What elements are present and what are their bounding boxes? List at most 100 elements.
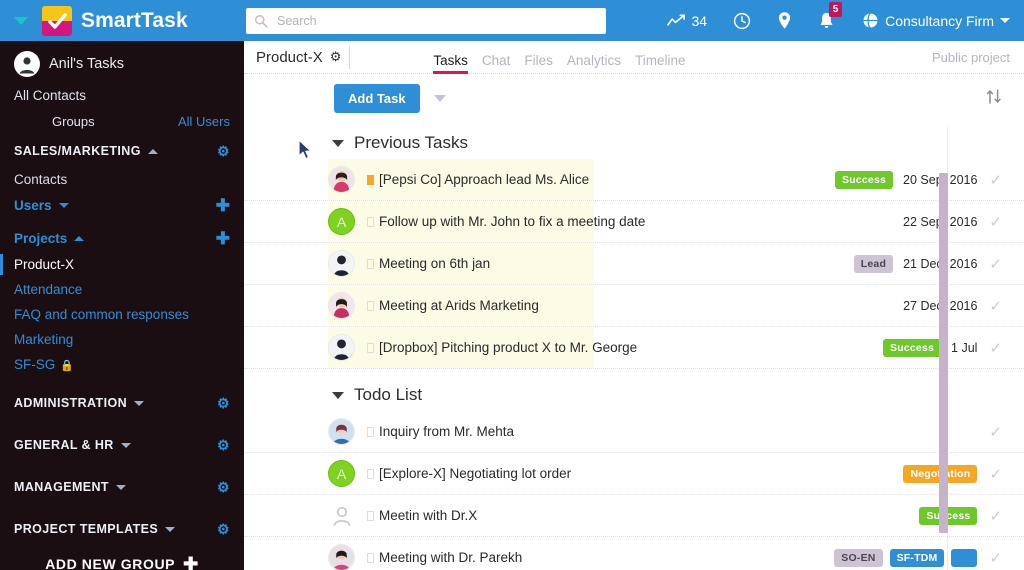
tab-timeline[interactable]: Timeline: [635, 54, 686, 74]
task-flag-icon[interactable]: [367, 300, 374, 311]
gear-icon[interactable]: ⚙: [217, 144, 230, 158]
status-badge[interactable]: Success: [883, 338, 942, 357]
status-badge[interactable]: SO-EN: [834, 548, 883, 567]
scrollbar-track[interactable]: [939, 173, 948, 558]
table-row[interactable]: A [Explore-X] Negotiating lot order Nego…: [244, 453, 1024, 495]
chevron-down-icon[interactable]: [120, 442, 131, 448]
task-flag-icon[interactable]: [367, 174, 374, 185]
task-flag-icon[interactable]: [367, 216, 374, 227]
chevron-down-icon[interactable]: [115, 484, 126, 490]
sidebar-item-users[interactable]: Users ✚: [0, 192, 244, 219]
task-flag-icon[interactable]: [367, 510, 374, 521]
avatar[interactable]: [328, 166, 355, 193]
table-row[interactable]: [Dropbox] Pitching product X to Mr. Geor…: [244, 327, 1024, 369]
avatar[interactable]: [328, 418, 355, 445]
gear-icon[interactable]: ⚙: [217, 522, 230, 536]
status-badge[interactable]: Success: [835, 170, 894, 189]
task-flag-icon[interactable]: [367, 258, 374, 269]
search-input[interactable]: [275, 12, 598, 29]
check-icon[interactable]: ✓: [989, 465, 1002, 483]
status-badge[interactable]: Lead: [853, 254, 894, 273]
table-row[interactable]: Meeting at Arids Marketing 27 Dec, 2016 …: [244, 285, 1024, 327]
sidebar-project-sf-sg[interactable]: SF-SG 🔒: [0, 352, 244, 377]
avatar[interactable]: [328, 292, 355, 319]
table-row[interactable]: Meeting on 6th jan Lead 21 Dec, 2016 ✓: [244, 243, 1024, 285]
section-header-previous-tasks[interactable]: Previous Tasks: [244, 127, 1024, 159]
task-flag-icon[interactable]: [367, 342, 374, 353]
sidebar-project-product-x[interactable]: Product-X: [0, 252, 244, 277]
brand-logo[interactable]: SmartTask: [0, 5, 244, 36]
sidebar-all-contacts[interactable]: All Contacts: [0, 83, 244, 108]
avatar[interactable]: [328, 334, 355, 361]
chevron-up-icon[interactable]: [147, 148, 158, 154]
sidebar-project-faq[interactable]: FAQ and common responses: [0, 302, 244, 327]
sidebar-group-sales-marketing[interactable]: SALES/MARKETING ⚙: [0, 135, 244, 167]
time-tracker-button[interactable]: [720, 0, 764, 41]
tab-tasks[interactable]: Tasks: [433, 54, 468, 74]
chevron-down-icon[interactable]: [134, 400, 144, 406]
sidebar-project-marketing[interactable]: Marketing: [0, 327, 244, 352]
avatar[interactable]: [328, 250, 355, 277]
status-badge[interactable]: Success: [919, 506, 978, 525]
gear-icon[interactable]: ⚙: [330, 49, 342, 65]
plus-icon[interactable]: ✚: [216, 230, 230, 247]
table-row[interactable]: [Pepsi Co] Approach lead Ms. Alice Succe…: [244, 159, 1024, 201]
chevron-up-icon[interactable]: [74, 236, 85, 241]
organization-switcher[interactable]: Consultancy Firm: [848, 12, 1010, 29]
status-badge[interactable]: [951, 548, 978, 567]
status-badge[interactable]: SF-TDM: [889, 548, 945, 567]
check-icon[interactable]: ✓: [989, 213, 1002, 231]
avatar[interactable]: A: [328, 460, 355, 487]
search-box[interactable]: [246, 7, 606, 34]
check-icon[interactable]: ✓: [989, 297, 1002, 315]
tab-chat[interactable]: Chat: [482, 54, 511, 74]
table-row[interactable]: Meetin with Dr.X Success ✓: [244, 495, 1024, 537]
chevron-down-icon[interactable]: [165, 526, 176, 532]
chevron-down-icon[interactable]: [332, 139, 344, 147]
check-icon[interactable]: ✓: [989, 339, 1002, 357]
sidebar-item-projects[interactable]: Projects ✚: [0, 225, 244, 252]
chevron-down-icon[interactable]: [1000, 18, 1010, 23]
check-icon[interactable]: ✓: [989, 549, 1002, 567]
sidebar-group-management[interactable]: MANAGEMENT ⚙: [0, 471, 244, 503]
collapse-sidebar-icon[interactable]: [14, 16, 28, 25]
location-button[interactable]: [764, 0, 805, 41]
check-icon[interactable]: ✓: [989, 423, 1002, 441]
plus-icon[interactable]: ✚: [216, 197, 230, 214]
project-visibility[interactable]: Public project: [932, 50, 1010, 65]
gear-icon[interactable]: ⚙: [217, 480, 230, 494]
sidebar-user-tasks[interactable]: Anil's Tasks: [0, 41, 244, 83]
task-flag-icon[interactable]: [367, 426, 374, 437]
check-icon[interactable]: ✓: [989, 171, 1002, 189]
sidebar-group-general-hr[interactable]: GENERAL & HR ⚙: [0, 429, 244, 461]
sidebar-item-contacts[interactable]: Contacts: [0, 167, 244, 192]
task-flag-icon[interactable]: [367, 468, 374, 479]
check-icon[interactable]: ✓: [989, 507, 1002, 525]
notifications-button[interactable]: 5: [805, 0, 848, 41]
chevron-down-icon[interactable]: [332, 391, 344, 399]
sidebar-project-attendance[interactable]: Attendance: [0, 277, 244, 302]
sidebar-group-administration[interactable]: ADMINISTRATION ⚙: [0, 387, 244, 419]
chevron-down-icon[interactable]: [58, 203, 69, 208]
check-icon[interactable]: ✓: [989, 255, 1002, 273]
tab-files[interactable]: Files: [524, 54, 553, 74]
gear-icon[interactable]: ⚙: [217, 396, 230, 410]
tab-analytics[interactable]: Analytics: [567, 54, 621, 74]
scrollbar-thumb[interactable]: [939, 173, 948, 533]
avatar[interactable]: A: [328, 208, 355, 235]
table-row[interactable]: Meeting with Dr. Parekh SO-EN SF-TDM ✓: [244, 537, 1024, 570]
add-new-group-button[interactable]: ADD NEW GROUP ✚: [0, 545, 244, 570]
gear-icon[interactable]: ⚙: [217, 438, 230, 452]
avatar[interactable]: [328, 544, 355, 570]
table-row[interactable]: Inquiry from Mr. Mehta ✓: [244, 411, 1024, 453]
project-title[interactable]: Product-X ⚙: [256, 45, 351, 69]
stats-button[interactable]: 34: [654, 0, 721, 41]
table-row[interactable]: A Follow up with Mr. John to fix a meeti…: [244, 201, 1024, 243]
section-header-todo-list[interactable]: Todo List: [244, 379, 1024, 411]
sidebar-group-project-templates[interactable]: PROJECT TEMPLATES ⚙: [0, 513, 244, 545]
avatar[interactable]: [328, 502, 355, 529]
add-task-button[interactable]: Add Task: [334, 84, 420, 113]
sidebar-groups-link[interactable]: Groups: [52, 114, 95, 129]
chevron-down-icon[interactable]: [433, 95, 446, 102]
sort-icon[interactable]: [986, 88, 1002, 109]
